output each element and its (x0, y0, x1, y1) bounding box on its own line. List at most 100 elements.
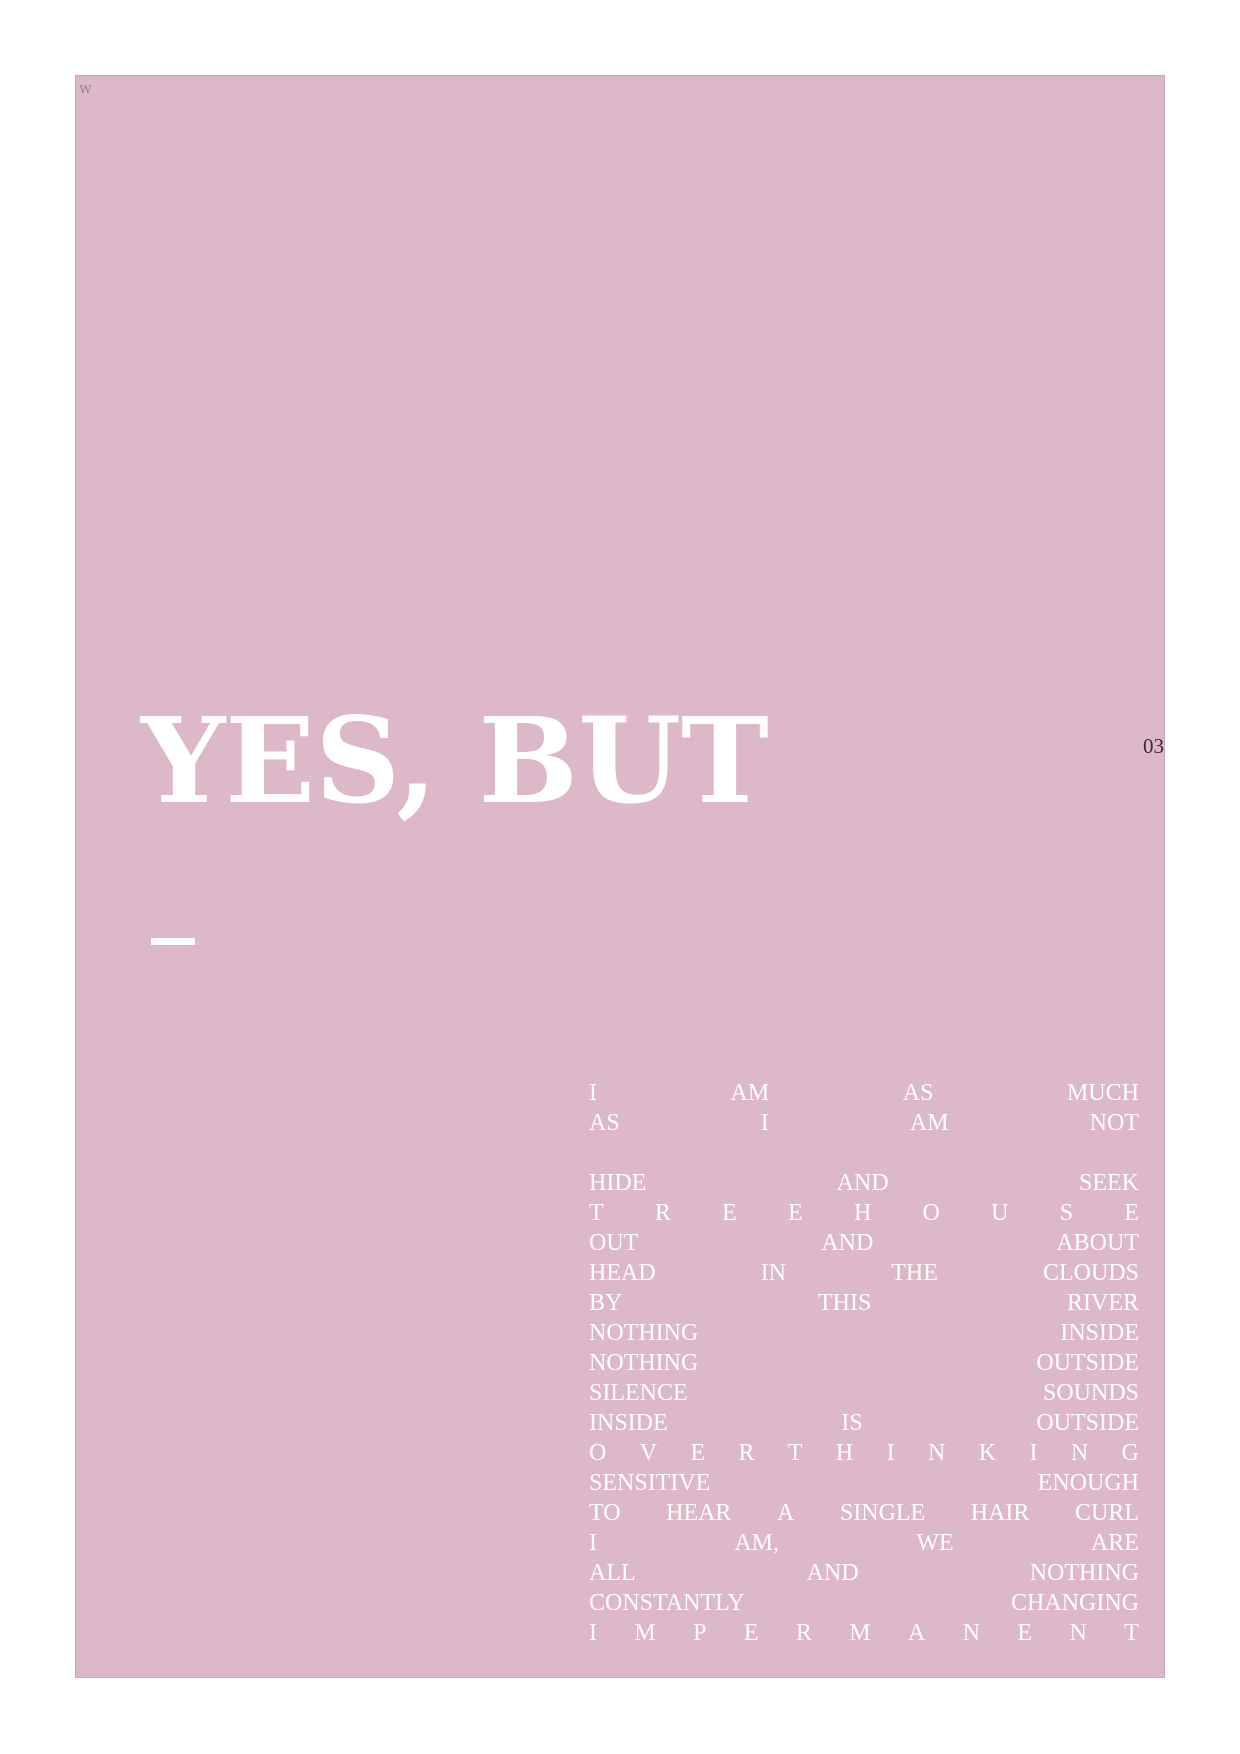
poem-block: I AM AS MUCH AS I AM NOT HIDE AND SEEK T R E E H O U S E OUT… (589, 1078, 1139, 1648)
poem-word: NOTHING (589, 1320, 699, 1346)
poem-line: ALL AND NOTHING (589, 1558, 1139, 1588)
poem-word: T (787, 1440, 803, 1466)
poem-word: E (1017, 1620, 1033, 1646)
poem-line: TO HEAR A SINGLE HAIR CURL (589, 1498, 1139, 1528)
poem-line: HEAD IN THE CLOUDS (589, 1258, 1139, 1288)
poem-word: ARE (1090, 1530, 1139, 1556)
poem-word: S (1059, 1200, 1074, 1226)
poem-word: A (777, 1500, 795, 1526)
poem-word: K (978, 1440, 997, 1466)
poem-word: THIS (818, 1290, 872, 1316)
poem-word: I (589, 1080, 597, 1106)
poem-line: I AM, WE ARE (589, 1528, 1139, 1558)
poem-line: INSIDE IS OUTSIDE (589, 1408, 1139, 1438)
poem-word: THE (891, 1260, 938, 1286)
poem-word: CLOUDS (1042, 1260, 1139, 1286)
poem-word: I (760, 1110, 769, 1136)
poem-line: IMPERMANENT (589, 1618, 1139, 1648)
poem-word: E (690, 1440, 706, 1466)
poem-word: AM (730, 1080, 770, 1106)
poem-word: N (928, 1440, 946, 1466)
poem-word: HAIR (970, 1500, 1030, 1526)
poem-word: SEEK (1078, 1170, 1139, 1196)
poem-word: CONSTANTLY (589, 1590, 745, 1616)
poem-word: H (835, 1440, 854, 1466)
poem-word: SILENCE (589, 1380, 688, 1406)
poem-word: HEAR (666, 1500, 732, 1526)
poem-word: E (1124, 1200, 1139, 1226)
poem-line: OUT AND ABOUT (589, 1228, 1139, 1258)
poem-word: H (853, 1200, 872, 1226)
corner-mark: w (79, 79, 92, 97)
poem-word: E (743, 1620, 759, 1646)
poem-word: AM, (734, 1530, 779, 1556)
poem-word: AND (836, 1170, 889, 1196)
poem-word: ABOUT (1056, 1230, 1139, 1256)
poem-word: NOTHING (589, 1350, 699, 1376)
poem-word: AS (589, 1110, 620, 1136)
poem-word: T (589, 1200, 604, 1226)
poem-word: N (1069, 1620, 1087, 1646)
poem-word: I (1029, 1440, 1038, 1466)
poem-word: HIDE (589, 1170, 647, 1196)
poem-word: U (991, 1200, 1009, 1226)
poem-line: SILENCE SOUNDS (589, 1378, 1139, 1408)
poem-word: OUTSIDE (1036, 1410, 1139, 1436)
dash-divider (151, 938, 195, 945)
poem-word: MUCH (1066, 1080, 1139, 1106)
poem-word: NOTHING (1029, 1560, 1139, 1586)
poem-word: R (795, 1620, 812, 1646)
poem-word: I (886, 1440, 895, 1466)
poem-word: I (589, 1530, 597, 1556)
poster-page: w 03 YES, BUT I AM AS MUCH AS I AM NOT HIDE AND SE… (75, 75, 1165, 1678)
poem-word: NOT (1089, 1110, 1139, 1136)
poem-word: SINGLE (839, 1500, 926, 1526)
poem-word: O (589, 1440, 607, 1466)
poem-line: NOTHING INSIDE (589, 1318, 1139, 1348)
poem-word: RIVER (1067, 1290, 1139, 1316)
poem-word: E (722, 1200, 737, 1226)
poem-word: SOUNDS (1042, 1380, 1139, 1406)
poem-word: N (962, 1620, 981, 1646)
poem-word: HEAD (589, 1260, 656, 1286)
page-number: 03 (1143, 734, 1164, 758)
poem-line: TREEHOUSE (589, 1198, 1139, 1228)
poem-word: O (922, 1200, 940, 1226)
headline: YES, BUT (141, 691, 769, 830)
poem-word: IS (841, 1410, 863, 1436)
poem-word: I (589, 1620, 597, 1646)
poem-word: CHANGING (1011, 1590, 1139, 1616)
poem-word: R (654, 1200, 671, 1226)
poem-word: INSIDE (1060, 1320, 1139, 1346)
poem-line: BY THIS RIVER (589, 1288, 1139, 1318)
poem-word: T (1124, 1620, 1139, 1646)
poem-word: M (634, 1620, 656, 1646)
poem-word: WE (916, 1530, 954, 1556)
poem-line: NOTHING OUTSIDE (589, 1348, 1139, 1378)
poem-word: V (639, 1440, 658, 1466)
poem-word: N (1070, 1440, 1089, 1466)
poem-word: ENOUGH (1037, 1470, 1139, 1496)
poem-word: OUTSIDE (1036, 1350, 1139, 1376)
poem-word: SENSITIVE (589, 1470, 711, 1496)
poem-word: OUT (589, 1230, 639, 1256)
poem-word: TO (589, 1500, 621, 1526)
poem-word: AND (821, 1230, 874, 1256)
poem-line: I AM AS MUCH (589, 1078, 1139, 1108)
poem-word: M (849, 1620, 871, 1646)
poem-word: G (1121, 1440, 1139, 1466)
poem-line: CONSTANTLY CHANGING (589, 1588, 1139, 1618)
poem-word: AM (909, 1110, 949, 1136)
poem-word: A (907, 1620, 926, 1646)
stanza-gap (589, 1138, 1139, 1168)
poem-word: BY (589, 1290, 623, 1316)
poem-word: AND (806, 1560, 859, 1586)
poem-word: P (693, 1620, 707, 1646)
poem-word: ALL (589, 1560, 636, 1586)
poem-word: E (788, 1200, 803, 1226)
poem-line: SENSITIVE ENOUGH (589, 1468, 1139, 1498)
poem-word: AS (902, 1080, 934, 1106)
poem-word: CURL (1074, 1500, 1139, 1526)
poem-word: INSIDE (589, 1410, 668, 1436)
poem-line: HIDE AND SEEK (589, 1168, 1139, 1198)
